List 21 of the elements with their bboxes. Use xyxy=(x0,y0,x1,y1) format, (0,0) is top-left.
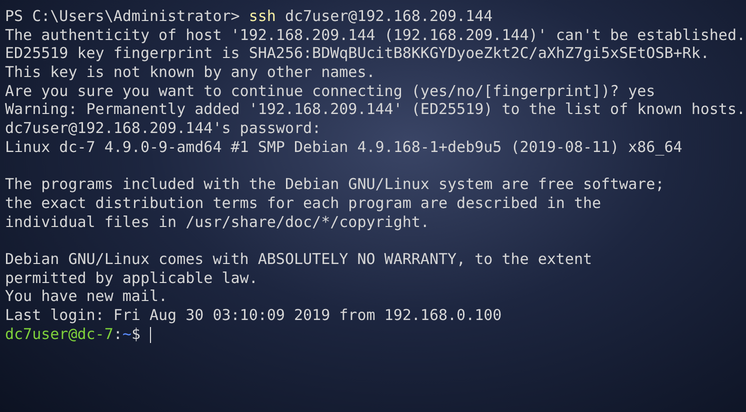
terminal-output-line: dc7user@192.168.209.144's password: xyxy=(5,119,322,138)
command-name: ssh xyxy=(248,7,276,25)
terminal-output-line: The authenticity of host '192.168.209.144 (192.168.209.144)' can't be established. xyxy=(5,26,746,44)
prompt-path: ~ xyxy=(122,324,132,343)
terminal-output-line: permitted by applicable law. xyxy=(5,268,258,287)
terminal-output-line: the exact distribution terms for each program are described in the xyxy=(5,194,602,212)
terminal-output-line: ED25519 key fingerprint is SHA256:BDWqBUcitB8KKGYDyoeZkt2C/aXhZ7gi5xSEtOSB+Rk. xyxy=(5,44,710,62)
prompt-symbol: $ xyxy=(131,324,140,343)
terminal-output-line: Last login: Fri Aug 30 03:10:09 2019 from 192.168.0.100 xyxy=(5,306,502,324)
terminal-output-line: Warning: Permanently added '192.168.209.144' (ED25519) to the list of known hosts. xyxy=(5,100,746,118)
command-argument: dc7user@192.168.209.144 xyxy=(284,7,493,25)
prompt-separator: : xyxy=(113,324,122,343)
terminal-output-line: This key is not known by any other names. xyxy=(5,63,376,82)
terminal-output-line: individual files in /usr/share/doc/*/copyright. xyxy=(5,212,430,231)
terminal-output-line: Debian GNU/Linux comes with ABSOLUTELY NO WARRANTY, to the extent xyxy=(5,250,592,268)
terminal-output-line: Are you sure you want to continue connecting (yes/no/[fingerprint])? yes xyxy=(5,82,656,100)
shell-prompt: PS C:\Users\Administrator> xyxy=(5,7,240,25)
terminal-output-line: The programs included with the Debian GNU/Linux system are free software; xyxy=(5,175,664,194)
terminal-output-line: Linux dc-7 4.9.0-9-amd64 #1 SMP Debian 4.9.168-1+deb9u5 (2019-08-11) x86_64 xyxy=(5,138,682,156)
terminal-output-line: You have new mail. xyxy=(5,287,168,306)
prompt-user-host: dc7user@dc-7 xyxy=(5,324,114,343)
